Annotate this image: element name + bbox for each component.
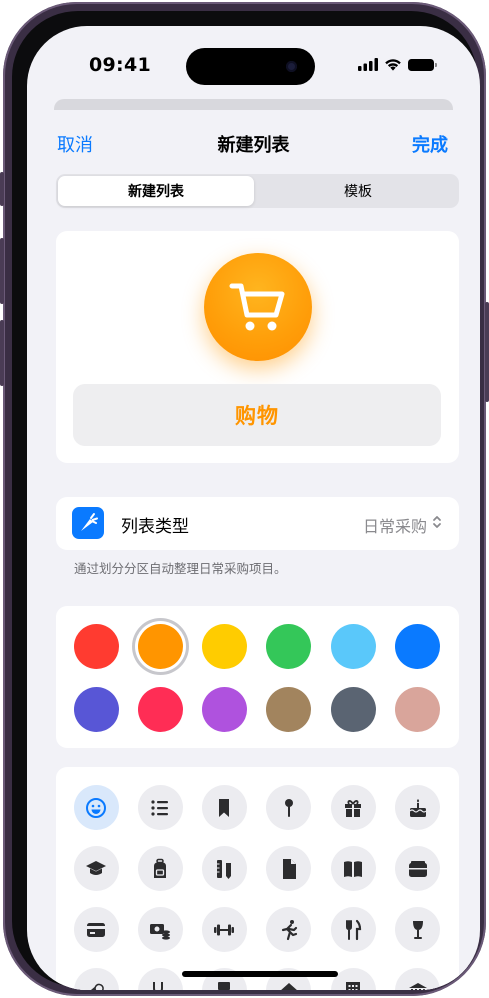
chair-icon: [218, 981, 230, 990]
book-icon: [344, 860, 362, 877]
wine-glass-icon: [412, 920, 423, 939]
nav-bar: 取消 新建列表 完成: [39, 110, 468, 170]
birthday-cake-icon: [409, 798, 426, 817]
list-preview-card: 购物: [56, 231, 459, 463]
wallet-icon: [408, 860, 427, 877]
dumbbell-icon: [214, 924, 234, 935]
screen: 09:41 取消 新建列表 完成 新建列表 模板 购物 列表类型 日常采购 通过…: [27, 26, 480, 990]
money-icon: [150, 923, 170, 940]
color-swatch[interactable]: [137, 687, 183, 732]
phone-frame: 09:41 取消 新建列表 完成 新建列表 模板 购物 列表类型 日常采购 通过…: [0, 2, 489, 996]
glyph-option[interactable]: [266, 907, 311, 952]
smiley-icon: [86, 797, 106, 818]
house-icon: [280, 982, 297, 990]
pin-icon: [284, 798, 293, 817]
glyph-option[interactable]: [201, 785, 247, 830]
glyph-picker-card: [56, 767, 459, 990]
glyph-option[interactable]: [73, 907, 119, 952]
glyph-option[interactable]: [73, 968, 119, 990]
glyph-option[interactable]: [266, 785, 311, 830]
credit-card-icon: [87, 922, 105, 937]
status-time: 09:41: [89, 54, 151, 76]
action-button: [0, 172, 4, 206]
chevron-up-down-icon: [433, 516, 441, 528]
volume-up-button: [0, 238, 4, 304]
color-swatch[interactable]: [395, 687, 440, 732]
document-icon: [282, 858, 296, 879]
glyph-option[interactable]: [201, 907, 247, 952]
glyph-option[interactable]: [137, 785, 183, 830]
new-list-sheet: 取消 新建列表 完成 新建列表 模板 购物 列表类型 日常采购 通过划分分区自动…: [39, 110, 468, 990]
home-indicator: [182, 971, 338, 977]
runner-icon: [281, 919, 297, 940]
glyph-option[interactable]: [330, 907, 376, 952]
fork-knife-icon: [346, 919, 362, 940]
glyph-option[interactable]: [73, 785, 119, 830]
glyph-option[interactable]: [201, 846, 247, 891]
building-icon: [346, 981, 360, 990]
bank-icon: [408, 982, 427, 990]
graduation-cap-icon: [86, 860, 106, 875]
list-type-label: 列表类型: [121, 517, 189, 537]
color-swatch[interactable]: [266, 624, 311, 669]
color-swatch[interactable]: [73, 624, 119, 669]
glyph-option[interactable]: [73, 846, 119, 891]
color-picker-card: [56, 606, 459, 748]
list-bullet-icon: [151, 799, 168, 816]
glyph-option[interactable]: [330, 785, 376, 830]
list-icon-badge: [204, 253, 312, 361]
ruler-pencil-icon: [217, 859, 231, 879]
carrot-icon: [81, 513, 98, 531]
color-swatch[interactable]: [201, 687, 247, 732]
bookmark-icon: [219, 798, 229, 817]
volume-down-button: [0, 320, 4, 386]
status-icons: [358, 58, 437, 71]
sheet-title: 新建列表: [217, 135, 290, 156]
segment-new-list[interactable]: 新建列表: [58, 176, 254, 206]
backpack-icon: [154, 858, 166, 878]
camera-icon: [286, 61, 297, 72]
pills-icon: [88, 983, 104, 990]
glyph-option[interactable]: [395, 968, 440, 990]
color-swatch[interactable]: [266, 687, 311, 732]
segment-templates[interactable]: 模板: [259, 176, 457, 206]
glyph-option[interactable]: [266, 846, 311, 891]
glyph-option[interactable]: [137, 846, 183, 891]
color-swatch[interactable]: [73, 687, 119, 732]
list-type-value: 日常采购: [362, 517, 427, 536]
list-type-footnote: 通过划分分区自动整理日常采购项目。: [74, 561, 287, 576]
list-name-input[interactable]: 购物: [73, 384, 441, 446]
list-type-row[interactable]: 列表类型 日常采购: [56, 497, 459, 550]
color-swatch[interactable]: [330, 687, 376, 732]
power-button: [485, 302, 489, 402]
color-swatch[interactable]: [201, 624, 247, 669]
cart-icon: [229, 283, 285, 331]
cellular-signal-icon: [358, 58, 378, 71]
dynamic-island: [186, 48, 315, 85]
color-swatch[interactable]: [395, 624, 440, 669]
glyph-option[interactable]: [330, 846, 376, 891]
glyph-option[interactable]: [137, 968, 183, 990]
glyph-option[interactable]: [137, 907, 183, 952]
wifi-icon: [385, 59, 401, 71]
color-swatch[interactable]: [330, 624, 376, 669]
gift-icon: [345, 799, 361, 817]
glyph-option[interactable]: [395, 846, 440, 891]
battery-icon: [408, 58, 437, 71]
done-button[interactable]: 完成: [412, 131, 448, 157]
segmented-control: 新建列表 模板: [56, 174, 459, 208]
glyph-option[interactable]: [395, 785, 440, 830]
stethoscope-icon: [153, 981, 163, 990]
list-type-icon-badge: [72, 507, 104, 539]
status-bar: 09:41: [27, 26, 480, 106]
glyph-option[interactable]: [395, 907, 440, 952]
color-swatch[interactable]: [137, 624, 183, 669]
phone-bezel: 09:41 取消 新建列表 完成 新建列表 模板 购物 列表类型 日常采购 通过…: [12, 11, 480, 990]
